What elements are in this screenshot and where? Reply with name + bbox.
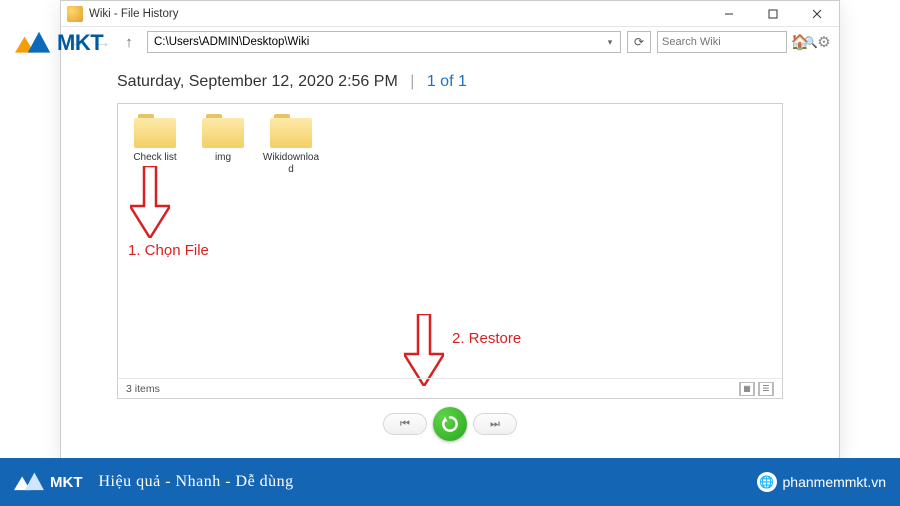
version-heading: Saturday, September 12, 2020 2:56 PM | 1…: [61, 57, 839, 103]
heading-separator: |: [410, 73, 414, 90]
annotation-arrow-2: [404, 314, 444, 386]
version-count: 1 of 1: [427, 73, 467, 90]
search-box[interactable]: 🔍: [657, 31, 787, 53]
folder-icon: [134, 114, 176, 148]
folder-label: img: [194, 152, 252, 164]
file-list: Check list img Wikidownload: [118, 104, 782, 185]
up-button[interactable]: ↑: [117, 30, 141, 54]
maximize-icon: [768, 9, 778, 19]
previous-version-button[interactable]: ⏮: [383, 413, 427, 435]
playback-controls: ⏮ ⏭: [61, 407, 839, 441]
maximize-button[interactable]: [751, 1, 795, 27]
restore-button[interactable]: [433, 407, 467, 441]
view-icons-button[interactable]: ▦: [739, 382, 755, 396]
list-icon: ☰: [759, 382, 773, 396]
folder-label: Check list: [126, 152, 184, 164]
next-version-button[interactable]: ⏭: [473, 413, 517, 435]
globe-icon: 🌐: [757, 472, 777, 492]
skip-back-icon: ⏮: [400, 418, 410, 431]
file-history-window: Wiki - File History ← → ↑ ▾ ⟳: [60, 0, 840, 460]
window-title: Wiki - File History: [89, 8, 178, 20]
view-details-button[interactable]: ☰: [758, 382, 774, 396]
footer-slogan: Hiệu quả - Nhanh - Dễ dùng: [99, 473, 294, 491]
toolbar: ← → ↑ ▾ ⟳ 🔍 🏠 ⚙: [61, 27, 839, 57]
titlebar: Wiki - File History: [61, 1, 839, 27]
annotation-text-2: 2. Restore: [452, 330, 521, 347]
footer-banner: MKT Hiệu quả - Nhanh - Dễ dùng 🌐 phanmem…: [0, 458, 900, 506]
folder-item[interactable]: Wikidownload: [262, 114, 320, 175]
home-button[interactable]: 🏠: [789, 33, 811, 51]
grid-icon: ▦: [740, 382, 754, 396]
status-bar: 3 items ▦ ☰: [118, 378, 782, 398]
arrow-up-icon: ↑: [125, 34, 133, 51]
search-input[interactable]: [662, 36, 804, 48]
skip-forward-icon: ⏭: [490, 418, 500, 431]
annotation-text-1: 1. Chọn File: [128, 242, 209, 259]
chevron-down-icon: ▾: [608, 37, 613, 47]
footer-url-text: phanmemmkt.vn: [783, 474, 886, 490]
address-dropdown[interactable]: ▾: [600, 37, 620, 48]
address-bar[interactable]: ▾: [147, 31, 621, 53]
refresh-icon: ⟳: [634, 35, 644, 49]
file-pane: Check list img Wikidownload 1. Chọn File…: [117, 103, 783, 399]
gear-icon: ⚙: [817, 34, 830, 51]
version-timestamp: Saturday, September 12, 2020 2:56 PM: [117, 73, 398, 90]
settings-button[interactable]: ⚙: [813, 33, 835, 51]
folder-icon: [202, 114, 244, 148]
refresh-button[interactable]: ⟳: [627, 31, 651, 53]
status-text: 3 items: [126, 383, 160, 395]
folder-item[interactable]: img: [194, 114, 252, 175]
minimize-icon: [724, 9, 734, 19]
address-input[interactable]: [148, 36, 600, 48]
app-icon: [67, 6, 83, 22]
overlay-logo: MKT: [15, 28, 103, 58]
home-icon: 🏠: [791, 34, 810, 51]
close-icon: [812, 9, 822, 19]
footer-logo-text: MKT: [50, 474, 83, 491]
footer-url: 🌐 phanmemmkt.vn: [757, 472, 886, 492]
folder-label: Wikidownload: [262, 152, 320, 175]
minimize-button[interactable]: [707, 1, 751, 27]
overlay-logo-text: MKT: [57, 30, 103, 56]
footer-logo: MKT: [14, 469, 83, 495]
folder-icon: [270, 114, 312, 148]
restore-icon: [440, 414, 460, 434]
close-button[interactable]: [795, 1, 839, 27]
footer-logo-mark: [14, 469, 48, 495]
folder-item[interactable]: Check list: [126, 114, 184, 175]
overlay-logo-mark: [15, 28, 55, 58]
